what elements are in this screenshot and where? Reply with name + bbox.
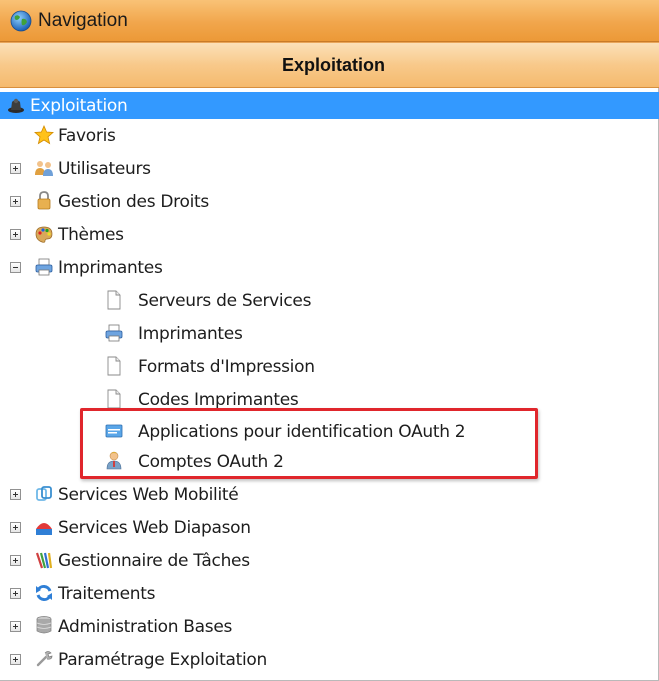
tree-label: Utilisateurs — [58, 158, 151, 179]
highlight-annotation — [80, 408, 538, 479]
tree-label: Favoris — [58, 125, 116, 146]
document-icon — [107, 290, 121, 310]
collapse-toggle[interactable] — [10, 262, 21, 273]
expand-toggle[interactable] — [10, 163, 21, 174]
lock-icon — [37, 191, 51, 210]
section-title: Exploitation — [282, 54, 385, 75]
tree-label: Gestion des Droits — [58, 191, 209, 212]
wrench-icon — [36, 651, 53, 667]
tree-label: Administration Bases — [58, 616, 233, 637]
printer-icon — [35, 258, 53, 276]
expand-toggle[interactable] — [10, 229, 21, 240]
document-icon — [107, 356, 121, 376]
star-icon — [34, 125, 54, 145]
tree-item-gestionnaire-taches[interactable]: Gestionnaire de Tâches — [0, 547, 659, 574]
globe-icon — [10, 10, 32, 31]
expand-toggle[interactable] — [10, 555, 21, 566]
tree-label: Imprimantes — [58, 257, 163, 278]
expand-toggle[interactable] — [10, 196, 21, 207]
tree-item-services-web-diapason[interactable]: Services Web Diapason — [0, 514, 659, 541]
tree-label: Formats d'Impression — [138, 356, 315, 377]
expand-toggle[interactable] — [10, 489, 21, 500]
navigation-titlebar: Navigation — [0, 0, 659, 42]
tree-label: Exploitation — [30, 95, 128, 116]
palette-icon — [35, 226, 53, 243]
tree-item-imprimantes[interactable]: Imprimantes — [0, 254, 659, 281]
tree-label: Thèmes — [58, 224, 124, 245]
expand-toggle[interactable] — [10, 588, 21, 599]
tree-item-utilisateurs[interactable]: Utilisateurs — [0, 155, 659, 182]
mobile-services-icon — [36, 486, 52, 501]
document-icon — [107, 389, 121, 409]
navigation-title: Navigation — [38, 9, 128, 31]
tree-label: Services Web Mobilité — [58, 484, 239, 505]
tree-item-imprimantes-child[interactable]: Imprimantes — [0, 320, 659, 347]
tree-item-services-web-mobilite[interactable]: Services Web Mobilité — [0, 481, 659, 508]
tree-item-parametrage-exploitation[interactable]: Paramétrage Exploitation — [0, 646, 659, 673]
task-manager-icon — [35, 552, 53, 569]
tree-label: Gestionnaire de Tâches — [58, 550, 250, 571]
navigation-panel: Navigation Exploitation Exploitation Fav… — [0, 0, 659, 681]
tree-label: Imprimantes — [138, 323, 243, 344]
section-header[interactable]: Exploitation — [0, 42, 659, 88]
tree-label: Services Web Diapason — [58, 517, 251, 538]
diapason-services-icon — [36, 523, 52, 535]
expand-toggle[interactable] — [10, 621, 21, 632]
tree-item-administration-bases[interactable]: Administration Bases — [0, 613, 659, 640]
expand-toggle[interactable] — [10, 654, 21, 665]
tree-label: Paramétrage Exploitation — [58, 649, 267, 670]
tree-item-themes[interactable]: Thèmes — [0, 221, 659, 248]
exploitation-icon — [8, 98, 24, 113]
tree-item-formats-impression[interactable]: Formats d'Impression — [0, 353, 659, 380]
tree-item-traitements[interactable]: Traitements — [0, 580, 659, 607]
refresh-icon — [36, 584, 52, 602]
database-icon — [36, 616, 52, 634]
tree-label: Traitements — [58, 583, 156, 604]
tree-root-exploitation[interactable]: Exploitation — [0, 92, 659, 119]
tree-label: Codes Imprimantes — [138, 389, 299, 410]
tree-item-gestion-des-droits[interactable]: Gestion des Droits — [0, 188, 659, 215]
tree-label: Serveurs de Services — [138, 290, 312, 311]
users-icon — [35, 161, 53, 176]
tree-item-serveurs-de-services[interactable]: Serveurs de Services — [0, 287, 659, 314]
expand-toggle[interactable] — [10, 522, 21, 533]
printer-icon — [105, 324, 123, 342]
tree-item-favoris[interactable]: Favoris — [0, 122, 659, 149]
